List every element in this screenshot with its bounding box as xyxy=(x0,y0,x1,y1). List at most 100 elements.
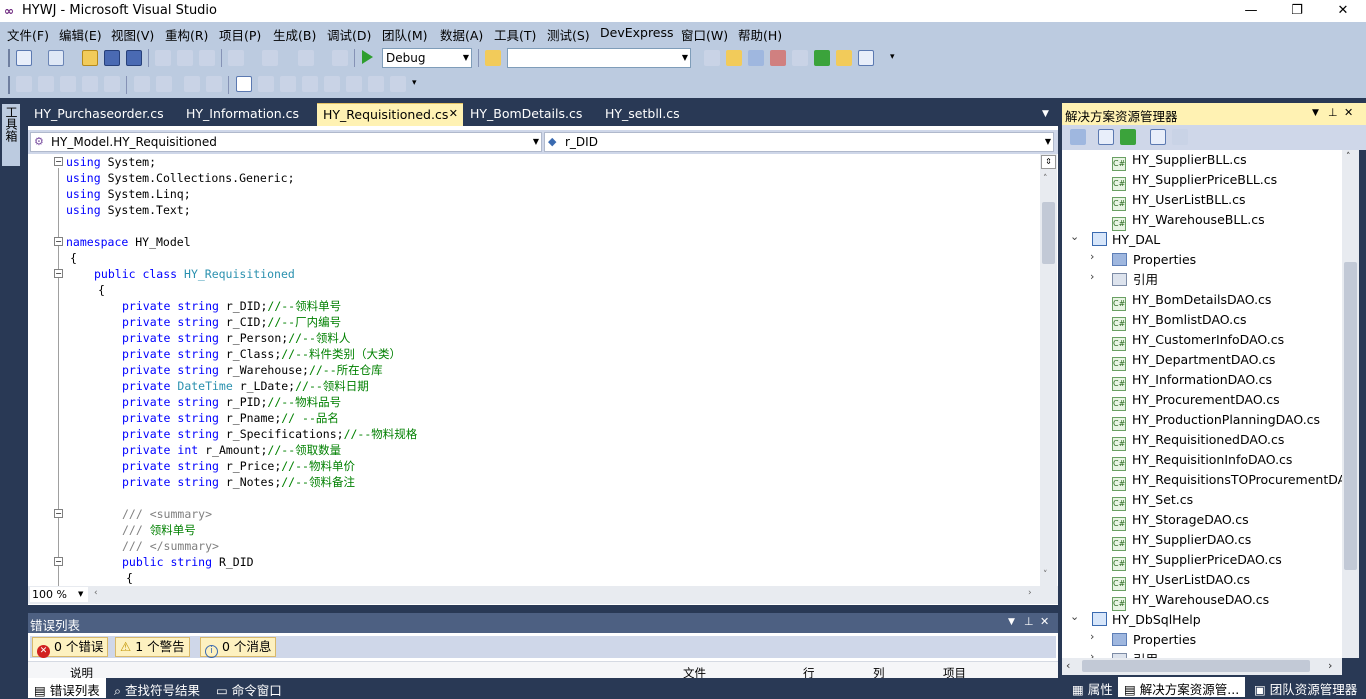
tree-item-hy-warehousedao-cs[interactable]: C# HY_WarehouseDAO.cs xyxy=(1112,590,1269,611)
toolbox-tab[interactable]: 工具箱 xyxy=(2,104,20,166)
tree-item-properties[interactable]: Properties xyxy=(1112,250,1196,270)
cut-icon[interactable] xyxy=(155,50,171,66)
restore-button[interactable]: ❐ xyxy=(1274,0,1320,22)
tree-item-hy-productionplanningdao-cs[interactable]: C# HY_ProductionPlanningDAO.cs xyxy=(1112,410,1320,431)
list-members-icon[interactable] xyxy=(60,76,76,92)
view-code-icon[interactable] xyxy=(1150,129,1166,145)
type-combo[interactable]: ⚙ HY_Model.HY_Requisitioned ▼ xyxy=(30,132,542,152)
minimize-button[interactable]: — xyxy=(1228,0,1274,22)
tree-item-hy-supplierpricedao-cs[interactable]: C# HY_SupplierPriceDAO.cs xyxy=(1112,550,1282,571)
scroll-up-icon[interactable]: ˄ xyxy=(1043,174,1048,184)
other-windows-icon[interactable] xyxy=(858,50,874,66)
start-debugging-icon[interactable] xyxy=(362,50,373,64)
collapse-icon[interactable]: − xyxy=(54,509,63,518)
save-all-icon[interactable] xyxy=(126,50,142,66)
list-icon[interactable] xyxy=(104,76,120,92)
tab-team-explorer[interactable]: ▣ 团队资源管理器 xyxy=(1248,677,1363,697)
scroll-up-icon[interactable]: ˄ xyxy=(1346,152,1351,162)
tree-item-hy-customerinfodao-cs[interactable]: C# HY_CustomerInfoDAO.cs xyxy=(1112,330,1284,351)
menu-view[interactable]: 视图(V) xyxy=(111,25,154,44)
tab-hy-information[interactable]: HY_Information.cs xyxy=(180,103,305,126)
paste-icon[interactable] xyxy=(199,50,215,66)
bookmark-next-folder-icon[interactable] xyxy=(324,76,340,92)
menu-debug[interactable]: 调试(D) xyxy=(327,25,371,44)
tree-item-hy-userlistbll-cs[interactable]: C# HY_UserListBLL.cs xyxy=(1112,190,1246,211)
bookmark-prev-folder-icon[interactable] xyxy=(302,76,318,92)
tab-hy-setbll[interactable]: HY_setbll.cs xyxy=(599,103,686,126)
properties-icon[interactable] xyxy=(1070,129,1086,145)
bookmark-next-doc-icon[interactable] xyxy=(368,76,384,92)
code-area[interactable]: − using System; using System.Collections… xyxy=(28,154,1040,586)
window-position-dropdown-icon[interactable]: ▼ xyxy=(1008,617,1015,627)
tree-item-hy-dal[interactable]: HY_DAL xyxy=(1092,230,1160,250)
save-icon[interactable] xyxy=(104,50,120,66)
toolbar-grip[interactable] xyxy=(8,49,10,67)
menu-team[interactable]: 团队(M) xyxy=(382,25,428,44)
close-tab-icon[interactable]: ✕ xyxy=(449,107,458,120)
tree-item-properties[interactable]: Properties xyxy=(1112,630,1196,650)
tab-error-list[interactable]: ▤ 错误列表 xyxy=(28,678,106,698)
tree-item-hy-dbsqlhelp[interactable]: HY_DbSqlHelp xyxy=(1092,610,1201,630)
scroll-right-icon[interactable]: › xyxy=(1028,588,1032,598)
tab-hy-purchaseorder[interactable]: HY_Purchaseorder.cs xyxy=(28,103,170,126)
menu-window[interactable]: 窗口(W) xyxy=(681,25,728,44)
tree-item-hy-requisitioneddao-cs[interactable]: C# HY_RequisitionedDAO.cs xyxy=(1112,430,1284,451)
properties-window-icon[interactable] xyxy=(748,50,764,66)
bookmark-next-icon[interactable] xyxy=(280,76,296,92)
uncomment-icon[interactable] xyxy=(206,76,222,92)
tree-item-hy-warehousebll-cs[interactable]: C# HY_WarehouseBLL.cs xyxy=(1112,210,1265,231)
tab-solution-explorer[interactable]: ▤ 解决方案资源管... xyxy=(1118,677,1246,697)
window-position-dropdown-icon[interactable]: ▼ xyxy=(1312,108,1319,118)
collapse-icon[interactable]: − xyxy=(54,157,63,166)
menu-help[interactable]: 帮助(H) xyxy=(738,25,782,44)
split-handle-icon[interactable]: ⇕ xyxy=(1041,155,1056,169)
solution-explorer-icon[interactable] xyxy=(726,50,742,66)
copy-icon[interactable] xyxy=(177,50,193,66)
tab-find-symbol-results[interactable]: ⌕ 查找符号结果 xyxy=(108,678,206,698)
open-file-icon[interactable] xyxy=(82,50,98,66)
menu-data[interactable]: 数据(A) xyxy=(440,25,483,44)
collapse-arrow-icon[interactable]: ⌄ xyxy=(1070,610,1079,623)
menu-file[interactable]: 文件(F) xyxy=(7,25,49,44)
collapse-icon[interactable]: − xyxy=(54,557,63,566)
errors-filter-button[interactable]: ✕ 0 个错误 xyxy=(32,637,109,658)
scroll-thumb[interactable] xyxy=(1344,262,1357,570)
menu-project[interactable]: 项目(P) xyxy=(219,25,261,44)
close-window-button[interactable]: ✕ xyxy=(1320,0,1366,22)
solution-horizontal-scrollbar[interactable]: ‹ › xyxy=(1062,658,1342,675)
menu-build[interactable]: 生成(B) xyxy=(273,25,316,44)
quick-info-icon[interactable] xyxy=(16,76,32,92)
tree-item-hy-storagedao-cs[interactable]: C# HY_StorageDAO.cs xyxy=(1112,510,1249,531)
collapse-icon[interactable]: − xyxy=(54,269,63,278)
tree-item-references[interactable]: 引用 xyxy=(1112,650,1158,658)
extension-manager-icon[interactable] xyxy=(836,50,852,66)
clear-bookmarks-icon[interactable] xyxy=(390,76,406,92)
show-all-files-icon[interactable] xyxy=(1098,129,1114,145)
tree-item-hy-departmentdao-cs[interactable]: C# HY_DepartmentDAO.cs xyxy=(1112,350,1275,371)
solution-vertical-scrollbar[interactable]: ˄ xyxy=(1342,150,1359,658)
redo-icon[interactable] xyxy=(262,50,278,66)
bookmark-toggle-icon[interactable] xyxy=(236,76,252,92)
tree-item-references[interactable]: 引用 xyxy=(1112,270,1158,290)
editor-vertical-scrollbar[interactable]: ⇕ ˄ ˅ xyxy=(1040,154,1057,586)
toolbar-overflow-icon[interactable]: ▾ xyxy=(412,78,417,88)
messages-filter-button[interactable]: i 0 个消息 xyxy=(200,637,277,658)
expand-arrow-icon[interactable]: › xyxy=(1090,650,1094,658)
tree-item-hy-supplierbll-cs[interactable]: C# HY_SupplierBLL.cs xyxy=(1112,150,1247,171)
comment-out-icon[interactable] xyxy=(184,76,200,92)
find-icon[interactable] xyxy=(704,50,720,66)
close-panel-icon[interactable]: ✕ xyxy=(1344,106,1353,119)
bookmark-prev-doc-icon[interactable] xyxy=(346,76,362,92)
refresh-icon[interactable] xyxy=(1120,129,1136,145)
scroll-thumb[interactable] xyxy=(1082,660,1310,672)
tree-item-hy-supplierdao-cs[interactable]: C# HY_SupplierDAO.cs xyxy=(1112,530,1251,551)
menu-test[interactable]: 测试(S) xyxy=(547,25,590,44)
pin-icon[interactable]: ⊥ xyxy=(1024,615,1034,628)
expand-arrow-icon[interactable]: › xyxy=(1090,630,1094,643)
undo-icon[interactable] xyxy=(228,50,244,66)
bookmark-prev-icon[interactable] xyxy=(258,76,274,92)
complete-word-icon[interactable] xyxy=(82,76,98,92)
tree-item-hy-informationdao-cs[interactable]: C# HY_InformationDAO.cs xyxy=(1112,370,1272,391)
tree-item-hy-procurementdao-cs[interactable]: C# HY_ProcurementDAO.cs xyxy=(1112,390,1280,411)
decrease-indent-icon[interactable] xyxy=(134,76,150,92)
